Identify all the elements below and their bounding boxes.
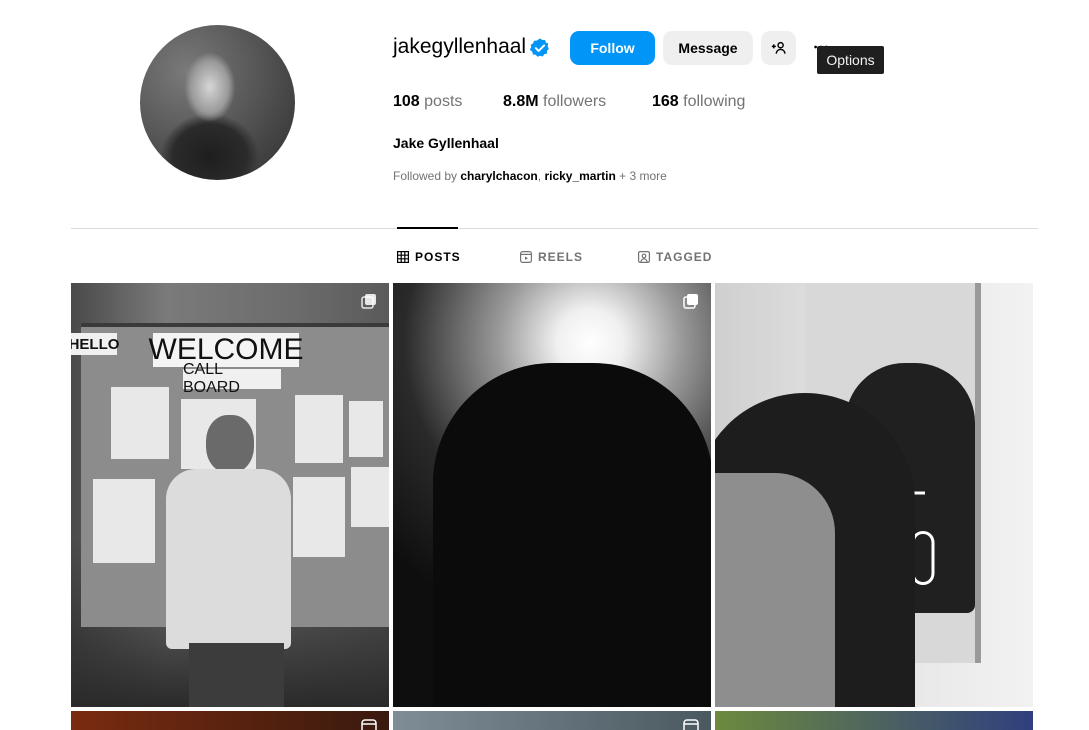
following-count: 168 (652, 93, 679, 110)
followed-by-line[interactable]: Followed by charylchacon, ricky_martin +… (393, 169, 667, 183)
post-thumbnail[interactable] (715, 711, 1033, 730)
hello-sign: HELLO (71, 333, 119, 355)
tabs-divider (71, 228, 1038, 229)
posts-count: 108 (393, 93, 420, 110)
tab-tagged-label: TAGGED (656, 250, 713, 264)
reels-icon (520, 251, 532, 263)
tab-reels[interactable]: REELS (520, 249, 583, 265)
carousel-icon (683, 294, 698, 309)
stat-followers[interactable]: 8.8M followers (503, 93, 606, 111)
profile-avatar[interactable] (140, 25, 295, 180)
reels-icon (683, 719, 699, 730)
following-label: following (683, 93, 746, 110)
posts-label: posts (424, 93, 463, 110)
grid-icon (397, 251, 409, 263)
silhouette-figure (433, 363, 711, 707)
followed-by-more[interactable]: + 3 more (619, 169, 667, 183)
person-legs (189, 643, 284, 707)
person-body (166, 469, 291, 649)
follow-button[interactable]: Follow (570, 31, 655, 65)
profile-full-name: Jake Gyllenhaal (393, 135, 499, 151)
followed-by-user-1[interactable]: charylchacon (460, 169, 537, 183)
followed-by-user-2[interactable]: ricky_martin (544, 169, 615, 183)
followers-label: followers (543, 93, 607, 110)
profile-username: jakegyllenhaal (393, 35, 527, 58)
reels-icon (361, 719, 377, 730)
tab-posts[interactable]: POSTS (397, 249, 461, 265)
verified-badge-icon (529, 37, 551, 59)
carousel-icon (361, 294, 376, 309)
tagged-icon (638, 251, 650, 263)
call-board-sign: CALL BOARD (183, 361, 281, 396)
tab-tagged[interactable]: TAGGED (638, 249, 712, 265)
tab-reels-label: REELS (538, 250, 584, 264)
person-head (206, 415, 254, 473)
face (715, 473, 835, 707)
stat-posts: 108 posts (393, 93, 462, 111)
followers-count: 8.8M (503, 93, 539, 110)
options-tooltip: Options (817, 46, 884, 74)
followed-by-prefix: Followed by (393, 169, 458, 183)
post-thumbnail[interactable] (715, 283, 1033, 707)
suggest-users-button[interactable] (761, 31, 796, 65)
post-thumbnail[interactable] (393, 283, 711, 707)
post-thumbnail[interactable] (393, 711, 711, 730)
post-thumbnail[interactable]: HELLO WELCOME CALL BOARD (71, 283, 389, 707)
post-thumbnail[interactable] (71, 711, 389, 730)
followed-by-separator: , (537, 169, 542, 183)
tab-posts-label: POSTS (415, 250, 461, 264)
add-user-icon (771, 41, 786, 54)
active-tab-indicator (397, 227, 458, 229)
stat-following[interactable]: 168 following (652, 93, 745, 111)
message-button[interactable]: Message (663, 31, 753, 65)
